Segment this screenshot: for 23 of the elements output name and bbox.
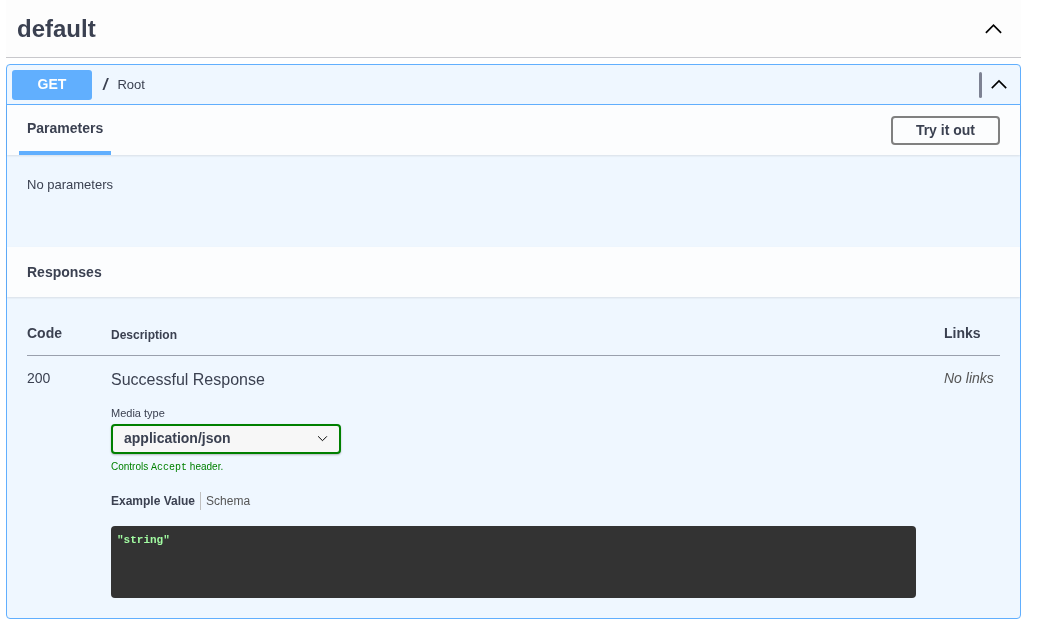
no-parameters-text: No parameters (27, 177, 113, 192)
media-type-label: Media type (111, 406, 165, 421)
endpoint-summary: Root (117, 75, 145, 94)
collapse-chevron-icon (984, 22, 1003, 35)
collapse-chevron-icon (990, 79, 1008, 90)
example-code-block: "string" (111, 525, 916, 598)
no-links-text: No links (944, 369, 995, 388)
response-code: 200 (27, 369, 52, 388)
media-type-select[interactable]: application/json (111, 423, 341, 454)
column-header: Links (944, 324, 982, 343)
endpoint-path[interactable]: / (103, 72, 108, 97)
dropdown-chevron-icon (317, 435, 328, 442)
tag-title: default (17, 13, 96, 44)
responses-title: Responses (27, 262, 102, 282)
method-badge: GET (12, 69, 92, 100)
try-it-out-button[interactable]: Try it out (890, 115, 1000, 145)
example-tab[interactable]: Example Value (111, 491, 201, 510)
example-tab[interactable]: Schema (200, 491, 256, 510)
response-description: Successful Response (111, 370, 265, 390)
column-header: Description (111, 327, 178, 344)
parameters-tab[interactable]: Parameters (19, 105, 112, 155)
column-header: Code (27, 324, 63, 343)
controls-accept-note: Controls Accept header. (111, 459, 224, 475)
